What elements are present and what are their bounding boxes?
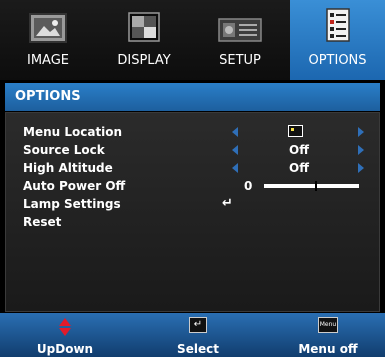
menu-location-icon [288, 125, 303, 137]
auto-power-off-slider[interactable] [264, 181, 359, 191]
menu-key-icon: Menu [318, 317, 338, 333]
menu-item-label: Lamp Settings [23, 197, 121, 211]
menu-item-label: Menu Location [23, 125, 123, 139]
tab-label: IMAGE [26, 53, 69, 68]
tab-image[interactable]: IMAGE [0, 0, 96, 80]
tab-label: DISPLAY [117, 53, 171, 68]
menu-item-reset[interactable]: Reset [6, 213, 381, 231]
right-arrow-icon[interactable] [358, 145, 364, 155]
setup-icon [218, 18, 262, 42]
menu-item-label: Source Lock [23, 143, 105, 157]
tab-label: SETUP [219, 53, 261, 68]
menu-item-high-altitude[interactable]: High Altitude Off [6, 159, 381, 177]
options-menu: Menu Location Source Lock Off High Altit… [5, 112, 380, 312]
menu-item-source-lock[interactable]: Source Lock Off [6, 141, 381, 159]
left-arrow-icon[interactable] [232, 163, 238, 173]
menu-item-label: Reset [23, 215, 62, 229]
right-arrow-icon[interactable] [358, 163, 364, 173]
slider-knob[interactable] [315, 181, 318, 191]
tab-options[interactable]: OPTIONS [290, 0, 385, 80]
enter-icon: ↵ [222, 196, 233, 211]
enter-key-icon: ↵ [189, 317, 207, 333]
menu-item-label: Auto Power Off [23, 179, 126, 193]
footer-label: Menu off [298, 342, 358, 356]
left-arrow-icon[interactable] [232, 127, 238, 137]
footer-label: Select [177, 342, 219, 356]
menu-item-lamp-settings[interactable]: Lamp Settings ↵ [6, 195, 381, 213]
projector-osd: IMAGE DISPLAY SETUP OPTIONS OPTIONS Menu… [0, 0, 385, 357]
display-icon [128, 12, 160, 42]
options-icon [325, 8, 350, 42]
tab-label: OPTIONS [308, 53, 367, 68]
slider-value: 0 [244, 179, 253, 193]
up-down-icon [59, 318, 71, 336]
footer-label: UpDown [36, 342, 94, 356]
tab-bar: IMAGE DISPLAY SETUP OPTIONS [0, 0, 385, 80]
menu-item-value: Off [289, 161, 309, 175]
menu-item-value: Off [289, 143, 309, 157]
image-icon [29, 13, 67, 43]
menu-item-label: High Altitude [23, 161, 113, 175]
menu-item-auto-power-off[interactable]: Auto Power Off 0 [6, 177, 381, 195]
page-title: OPTIONS [5, 83, 380, 111]
tab-setup[interactable]: SETUP [192, 0, 288, 80]
right-arrow-icon[interactable] [358, 127, 364, 137]
footer-hints: UpDown ↵ Select Menu Menu off [0, 313, 385, 357]
tab-display[interactable]: DISPLAY [96, 0, 192, 80]
left-arrow-icon[interactable] [232, 145, 238, 155]
menu-item-menu-location[interactable]: Menu Location [6, 123, 381, 141]
